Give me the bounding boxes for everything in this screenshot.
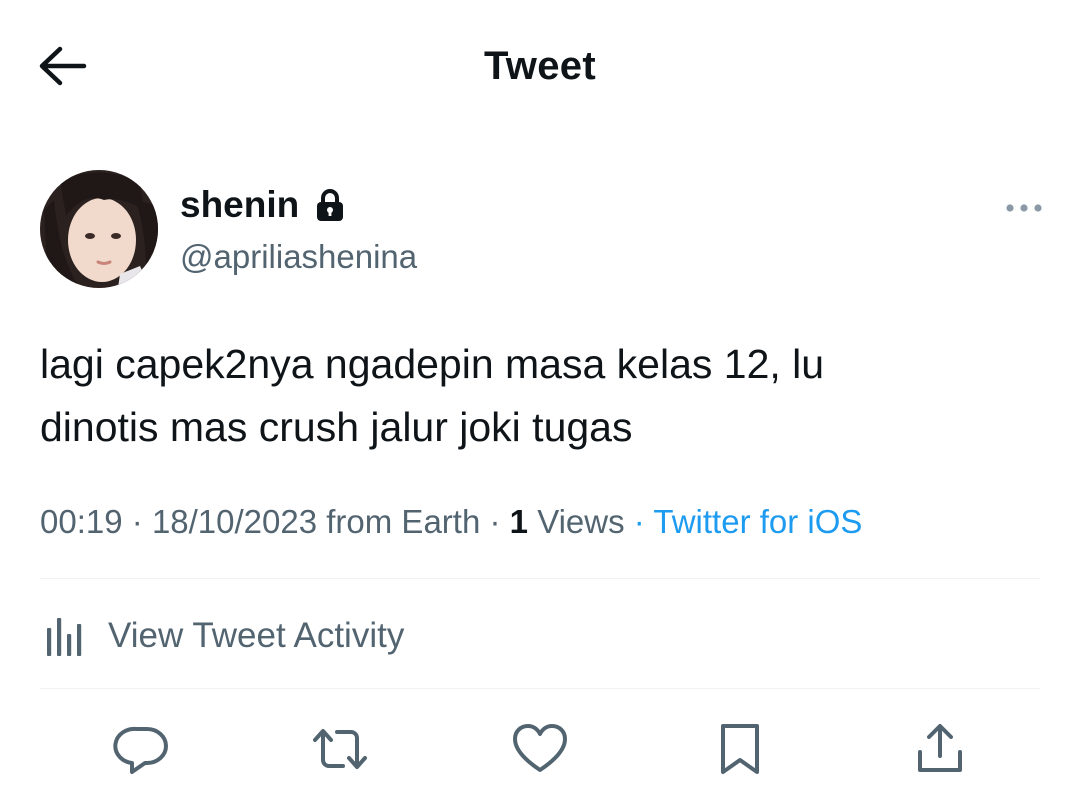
retweet-icon [313, 729, 367, 769]
activity-label: View Tweet Activity [108, 616, 405, 655]
author-handle[interactable]: @apriliashenina [180, 238, 417, 276]
separator-dot: · [633, 503, 645, 540]
views-count: 1 [509, 503, 529, 540]
bookmark-button[interactable] [711, 722, 769, 776]
views-label: Views [537, 503, 625, 540]
retweet-button[interactable] [311, 722, 369, 776]
view-tweet-activity-button[interactable]: View Tweet Activity [40, 596, 404, 676]
share-button[interactable] [911, 722, 969, 776]
avatar[interactable] [40, 170, 158, 288]
divider [40, 688, 1040, 689]
more-horizontal-icon [1006, 204, 1042, 212]
tweet-text-line: dinotis mas crush jalur joki tugas [40, 404, 633, 450]
author-name-row[interactable]: shenin [180, 184, 345, 226]
top-bar: Tweet [0, 0, 1080, 130]
tweet-text-line: lagi capek2nya ngadepin masa kelas 12, l… [40, 341, 825, 387]
separator-dot: · [131, 503, 143, 540]
tweet-date[interactable]: 18/10/2023 from Earth [152, 503, 480, 540]
reply-button[interactable] [113, 722, 171, 776]
tweet-text: lagi capek2nya ngadepin masa kelas 12, l… [40, 333, 1040, 459]
divider [40, 578, 1040, 579]
tweet-metadata: 00:19 · 18/10/2023 from Earth · 1 Views … [40, 503, 862, 541]
tweet-source-link[interactable]: Twitter for iOS [653, 503, 862, 540]
separator-dot: · [489, 503, 501, 540]
reply-icon [113, 726, 168, 774]
author-display-name[interactable]: shenin [180, 184, 299, 226]
tweet-time[interactable]: 00:19 [40, 503, 123, 540]
more-options-button[interactable] [1004, 196, 1044, 220]
share-icon [918, 724, 962, 772]
heart-icon [513, 724, 567, 772]
lock-icon [315, 188, 345, 222]
bar-chart-icon [40, 612, 88, 660]
bookmark-icon [721, 724, 759, 774]
like-button[interactable] [511, 722, 569, 776]
page-title: Tweet [484, 44, 596, 88]
